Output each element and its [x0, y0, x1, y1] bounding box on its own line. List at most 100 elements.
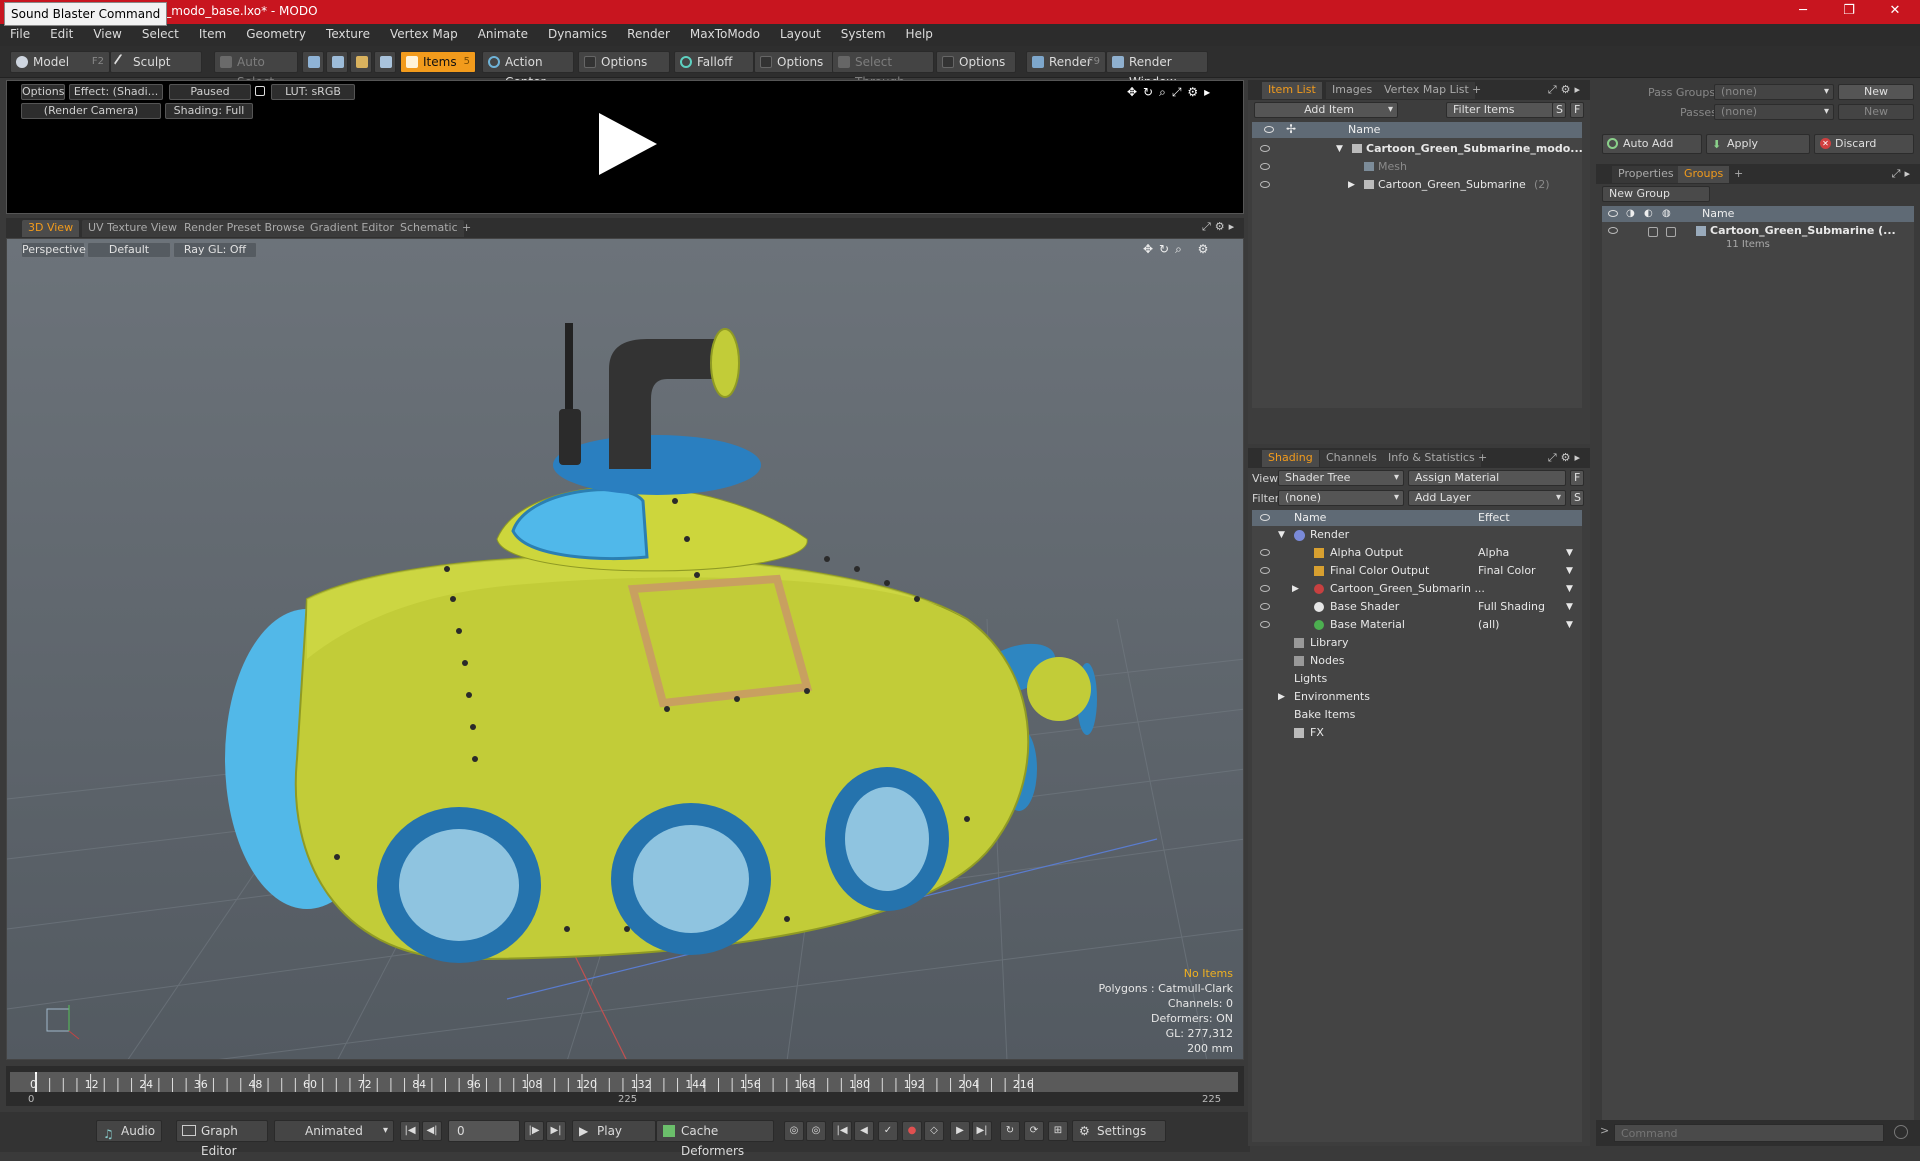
- menu-texture[interactable]: Texture: [316, 24, 380, 44]
- menu-view[interactable]: View: [83, 24, 131, 44]
- menu-maxtomodo[interactable]: MaxToModo: [680, 24, 770, 44]
- apply-button[interactable]: ⬇ Apply: [1706, 134, 1810, 154]
- tab-vertex-map-list[interactable]: Vertex Map List: [1378, 82, 1475, 99]
- eye-icon[interactable]: [1260, 621, 1270, 628]
- tab-schematic[interactable]: Schematic: [394, 220, 464, 237]
- eye-icon[interactable]: [1260, 585, 1270, 592]
- eye-icon[interactable]: [1260, 567, 1270, 574]
- next-keyframe-icon[interactable]: ▶|: [972, 1121, 992, 1141]
- tab-item-list[interactable]: Item List: [1262, 82, 1322, 99]
- checkbox-icon[interactable]: [1648, 227, 1658, 237]
- 3d-viewport[interactable]: Perspective Default Ray GL: Off ✥↻⌕ ⚙ No…: [6, 238, 1244, 1060]
- panel-expand-icon[interactable]: ⤢⚙▸: [1548, 83, 1584, 97]
- falloff-button[interactable]: Falloff: [674, 51, 754, 73]
- prev-key-icon[interactable]: ◀|: [422, 1121, 442, 1141]
- last-frame-icon[interactable]: ▶|: [546, 1121, 566, 1141]
- eye-icon[interactable]: [1260, 163, 1270, 170]
- graph-editor-button[interactable]: Graph Editor: [176, 1120, 268, 1158]
- menu-vertex-map[interactable]: Vertex Map: [380, 24, 468, 44]
- tree-row[interactable]: Base Shader Full Shading ▼: [1252, 598, 1582, 616]
- assign-f-button[interactable]: F: [1570, 470, 1584, 486]
- menu-system[interactable]: System: [831, 24, 896, 44]
- lock-icon[interactable]: [255, 86, 265, 96]
- menu-edit[interactable]: Edit: [40, 24, 83, 44]
- list-item[interactable]: ▼ Cartoon_Green_Submarine_modo...: [1252, 140, 1583, 158]
- close-button[interactable]: ✕: [1872, 0, 1918, 24]
- chevron-down-icon[interactable]: ▼: [1566, 598, 1573, 616]
- filter-s-button[interactable]: S: [1552, 102, 1566, 118]
- lut-dropdown[interactable]: LUT: sRGB: [271, 84, 355, 100]
- chevron-down-icon[interactable]: ▼: [1566, 544, 1573, 562]
- auto-add-button[interactable]: Auto Add: [1602, 134, 1702, 154]
- tab-render-preset-browser[interactable]: Render Preset Browser: [178, 220, 316, 237]
- eye-icon[interactable]: [1260, 181, 1270, 188]
- record-icon[interactable]: ●: [902, 1121, 922, 1141]
- paused-button[interactable]: Paused: [169, 84, 251, 100]
- eye-icon[interactable]: [1260, 549, 1270, 556]
- minimize-button[interactable]: ─: [1780, 0, 1826, 24]
- play-button[interactable]: ▶ Play: [572, 1120, 656, 1142]
- tree-row[interactable]: FX: [1252, 724, 1582, 742]
- key-delete-icon[interactable]: ◇: [924, 1121, 944, 1141]
- new-group-button[interactable]: New Group: [1602, 186, 1710, 202]
- chevron-down-icon[interactable]: ▼: [1566, 562, 1573, 580]
- tree-row[interactable]: ▶ Environments: [1252, 688, 1582, 706]
- pass-groups-dropdown[interactable]: (none): [1714, 84, 1834, 100]
- render-window-button[interactable]: Render Window: [1106, 51, 1208, 89]
- select-options-button[interactable]: Options: [936, 51, 1016, 73]
- eye-icon[interactable]: [1260, 145, 1270, 152]
- tab-groups[interactable]: Groups: [1678, 166, 1730, 183]
- key-fwd-icon[interactable]: ▶: [950, 1121, 970, 1141]
- checkbox-icon[interactable]: [1666, 227, 1676, 237]
- default-style-dropdown[interactable]: Default: [87, 242, 171, 258]
- preview-options-button[interactable]: Options: [21, 84, 65, 100]
- menu-select[interactable]: Select: [132, 24, 189, 44]
- tree-row[interactable]: ▶ Cartoon_Green_Submarin ... ▼: [1252, 580, 1582, 598]
- first-frame-icon[interactable]: |◀: [400, 1121, 420, 1141]
- keyframe-icon-2[interactable]: ◎: [806, 1121, 826, 1141]
- items-mode-button[interactable]: Items 5: [400, 51, 476, 73]
- menu-file[interactable]: File: [0, 24, 40, 44]
- command-history-icon[interactable]: [1894, 1125, 1908, 1139]
- add-tab-button[interactable]: +: [1466, 82, 1487, 99]
- tree-row[interactable]: Alpha Output Alpha ▼: [1252, 544, 1582, 562]
- shading-dropdown[interactable]: Shading: Full: [165, 103, 253, 119]
- keyframe-icon-1[interactable]: ◎: [784, 1121, 804, 1141]
- tab-uv-texture-view[interactable]: UV Texture View: [82, 220, 183, 237]
- chevron-down-icon[interactable]: ▼: [1566, 616, 1573, 634]
- tree-row[interactable]: Bake Items: [1252, 706, 1582, 724]
- menu-animate[interactable]: Animate: [468, 24, 538, 44]
- model-button[interactable]: Model F2: [10, 51, 110, 73]
- panel-expand-icon[interactable]: ⤢▸: [1892, 167, 1914, 181]
- list-item[interactable]: Mesh: [1252, 158, 1582, 176]
- tab-gradient-editor[interactable]: Gradient Editor: [304, 220, 400, 237]
- tab-shading[interactable]: Shading: [1262, 450, 1319, 467]
- menu-item[interactable]: Item: [189, 24, 236, 44]
- play-preview-icon[interactable]: [591, 109, 661, 179]
- menu-render[interactable]: Render: [617, 24, 680, 44]
- add-tab-button[interactable]: +: [1472, 450, 1493, 467]
- tree-row[interactable]: Lights: [1252, 670, 1582, 688]
- loop-icon[interactable]: ↻: [1000, 1121, 1020, 1141]
- edges-mode-button[interactable]: [326, 51, 348, 73]
- add-tab-button[interactable]: +: [456, 220, 477, 237]
- preview-nav-icons[interactable]: ✥↻⌕⤢⚙▸: [1127, 85, 1216, 100]
- new-pass-group-button[interactable]: New: [1838, 84, 1914, 100]
- falloff-options-button[interactable]: Options: [754, 51, 834, 73]
- filter-dropdown[interactable]: (none): [1278, 490, 1404, 506]
- viewport-nav-icons[interactable]: ✥↻⌕ ⚙: [1143, 242, 1214, 257]
- add-item-dropdown[interactable]: Add Item: [1254, 102, 1398, 118]
- eye-icon[interactable]: [1608, 227, 1618, 234]
- sync-icon[interactable]: ⟳: [1024, 1121, 1044, 1141]
- filter-f-button[interactable]: F: [1570, 102, 1584, 118]
- menu-geometry[interactable]: Geometry: [236, 24, 316, 44]
- frame-input[interactable]: 0: [448, 1120, 520, 1142]
- menu-help[interactable]: Help: [896, 24, 943, 44]
- tab-images[interactable]: Images: [1326, 82, 1379, 99]
- tree-row[interactable]: Nodes: [1252, 652, 1582, 670]
- action-center-button[interactable]: Action Center: [482, 51, 574, 89]
- passes-dropdown[interactable]: (none): [1714, 104, 1834, 120]
- render-button[interactable]: Render F9: [1026, 51, 1106, 73]
- raygl-toggle[interactable]: Ray GL: Off: [173, 242, 257, 258]
- tree-row[interactable]: Library: [1252, 634, 1582, 652]
